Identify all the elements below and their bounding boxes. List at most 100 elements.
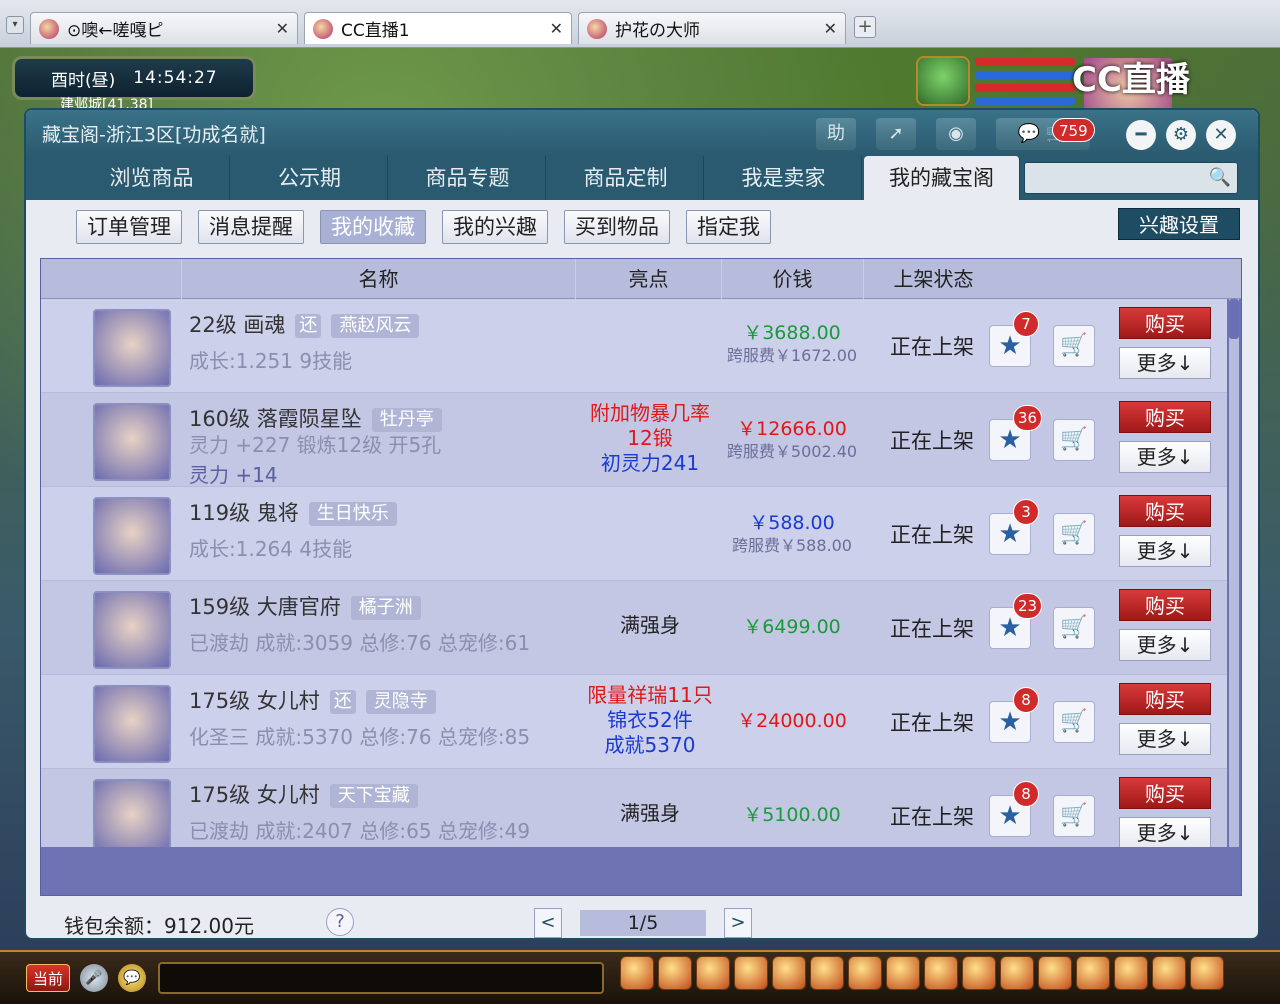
sub-tab-favorites[interactable]: 我的收藏 <box>320 210 426 244</box>
tab-close-icon[interactable]: ✕ <box>276 19 289 38</box>
game-shortcut-icon[interactable] <box>962 956 996 990</box>
highlight-line: 12锻 <box>627 426 673 450</box>
browser-tab-3[interactable]: 护花の大师 ✕ <box>578 12 846 44</box>
cart-icon[interactable]: 🛒 <box>1053 701 1095 743</box>
col-status: 上架状态 <box>863 259 1003 299</box>
game-shortcut-icon[interactable] <box>848 956 882 990</box>
item-image[interactable] <box>93 779 171 847</box>
tab-custom[interactable]: 商品定制 <box>548 156 704 200</box>
table-scrollbar[interactable] <box>1229 299 1239 847</box>
share-icon[interactable]: ➚ <box>876 118 916 150</box>
sub-tab-orders[interactable]: 订单管理 <box>76 210 182 244</box>
more-button[interactable]: 更多↓ <box>1119 723 1211 755</box>
current-channel-button[interactable]: 当前 <box>26 964 70 992</box>
tab-menu-icon[interactable]: ▾ <box>6 16 24 34</box>
highlight-line: 成就5370 <box>604 733 696 757</box>
buy-button[interactable]: 购买 <box>1119 401 1211 433</box>
game-shortcut-icon[interactable] <box>1152 956 1186 990</box>
buy-button[interactable]: 购买 <box>1119 589 1211 621</box>
mp-bar <box>975 71 1075 79</box>
more-button[interactable]: 更多↓ <box>1119 817 1211 847</box>
scrollbar-thumb[interactable] <box>1229 299 1239 339</box>
search-icon[interactable]: 🔍 <box>1209 167 1231 188</box>
cart-icon[interactable]: 🛒 <box>1053 607 1095 649</box>
tab-seller[interactable]: 我是卖家 <box>706 156 862 200</box>
game-shortcut-icon[interactable] <box>810 956 844 990</box>
game-shortcut-icon[interactable] <box>1038 956 1072 990</box>
more-button[interactable]: 更多↓ <box>1119 441 1211 473</box>
table-row[interactable]: 119级 鬼将 生日快乐 成长:1.264 4技能 ￥588.00 跨服费￥588… <box>41 487 1227 581</box>
listing-status: 正在上架 <box>890 617 974 641</box>
cart-icon[interactable]: 🛒 <box>1053 325 1095 367</box>
game-shortcut-icon[interactable] <box>1190 956 1224 990</box>
hp-bar <box>975 84 1075 92</box>
price-cell: ￥3688.00 跨服费￥1672.00 <box>719 321 865 367</box>
tab-close-icon[interactable]: ✕ <box>550 19 563 38</box>
game-shortcut-icon[interactable] <box>924 956 958 990</box>
browser-tab-2[interactable]: CC直播1 ✕ <box>304 12 572 44</box>
pet-avatar[interactable] <box>916 56 970 106</box>
game-shortcut-icon[interactable] <box>772 956 806 990</box>
help-button[interactable]: 助 <box>816 118 856 150</box>
game-shortcut-icon[interactable] <box>734 956 768 990</box>
tab-topics[interactable]: 商品专题 <box>390 156 546 200</box>
sub-tab-bought[interactable]: 买到物品 <box>564 210 670 244</box>
table-header: 名称 亮点 价钱 上架状态 <box>41 259 1241 299</box>
stop-icon[interactable]: ◉ <box>936 118 976 150</box>
browser-tab-1[interactable]: ⊙噢←嗟嘎ピ ✕ <box>30 12 298 44</box>
chat-bubble-icon[interactable]: 💬 <box>118 964 146 992</box>
table-row[interactable]: 159级 大唐官府 橘子洲 已渡劫 成就:3059 总修:76 总宠修:61 满强… <box>41 581 1227 675</box>
game-shortcut-icon[interactable] <box>620 956 654 990</box>
item-image[interactable] <box>93 309 171 387</box>
interest-settings-button[interactable]: 兴趣设置 <box>1118 208 1240 240</box>
game-shortcut-icon[interactable] <box>1114 956 1148 990</box>
mic-icon[interactable]: 🎤 <box>80 964 108 992</box>
game-shortcut-icon[interactable] <box>1000 956 1034 990</box>
tab-browse[interactable]: 浏览商品 <box>74 156 230 200</box>
highlight-cell: 限量祥瑞11只 锦衣52件 成就5370 <box>579 683 721 758</box>
listing-status: 正在上架 <box>890 711 974 735</box>
close-icon[interactable]: ✕ <box>1206 120 1236 150</box>
table-row[interactable]: 22级 画魂还燕赵风云 成长:1.251 9技能 ￥3688.00 跨服费￥16… <box>41 299 1227 393</box>
item-image[interactable] <box>93 685 171 763</box>
new-tab-button[interactable]: + <box>854 16 876 38</box>
sub-tab-interests[interactable]: 我的兴趣 <box>442 210 548 244</box>
game-shortcut-icon[interactable] <box>696 956 730 990</box>
game-shortcut-icon[interactable] <box>658 956 692 990</box>
buy-button[interactable]: 购买 <box>1119 495 1211 527</box>
more-button[interactable]: 更多↓ <box>1119 347 1211 379</box>
chat-input[interactable] <box>158 962 604 994</box>
cart-icon[interactable]: 🛒 <box>1053 419 1095 461</box>
prev-page-button[interactable]: < <box>534 908 562 938</box>
page-indicator: 1/5 <box>580 910 706 936</box>
more-button[interactable]: 更多↓ <box>1119 629 1211 661</box>
item-image[interactable] <box>93 497 171 575</box>
item-image[interactable] <box>93 591 171 669</box>
next-page-button[interactable]: > <box>724 908 752 938</box>
cart-icon[interactable]: 🛒 <box>1053 513 1095 555</box>
table-row[interactable]: 175级 女儿村还灵隐寺 化圣三 成就:5370 总修:76 总宠修:85 限量… <box>41 675 1227 769</box>
help-icon[interactable]: ? <box>326 908 354 936</box>
buy-button[interactable]: 购买 <box>1119 777 1211 809</box>
tab-public[interactable]: 公示期 <box>232 156 388 200</box>
minimize-icon[interactable]: ━ <box>1126 120 1156 150</box>
settings-gear-icon[interactable]: ⚙ <box>1166 120 1196 150</box>
sub-tab-messages[interactable]: 消息提醒 <box>198 210 304 244</box>
buy-button[interactable]: 购买 <box>1119 307 1211 339</box>
table-row[interactable]: 160级 落霞陨星坠 牡丹亭 灵力 +227 锻炼12级 开5孔 灵力 +14 附… <box>41 393 1227 487</box>
table-row[interactable]: 175级 女儿村 天下宝藏 已渡劫 成就:2407 总修:65 总宠修:49 满强… <box>41 769 1227 847</box>
tab-my-pavilion[interactable]: 我的藏宝阁 <box>864 156 1020 200</box>
game-shortcut-icon[interactable] <box>886 956 920 990</box>
server-tag: 天下宝藏 <box>329 784 418 808</box>
tab-favicon-icon <box>587 18 607 39</box>
price: ￥6499.00 <box>743 616 841 638</box>
more-button[interactable]: 更多↓ <box>1119 535 1211 567</box>
buy-button[interactable]: 购买 <box>1119 683 1211 715</box>
time-label: 酉时(昼) <box>51 70 116 91</box>
game-shortcut-icon[interactable] <box>1076 956 1110 990</box>
tab-close-icon[interactable]: ✕ <box>824 19 837 38</box>
search-input[interactable] <box>1025 163 1205 193</box>
sub-tab-designated[interactable]: 指定我 <box>686 210 771 244</box>
item-image[interactable] <box>93 403 171 481</box>
cart-icon[interactable]: 🛒 <box>1053 795 1095 837</box>
